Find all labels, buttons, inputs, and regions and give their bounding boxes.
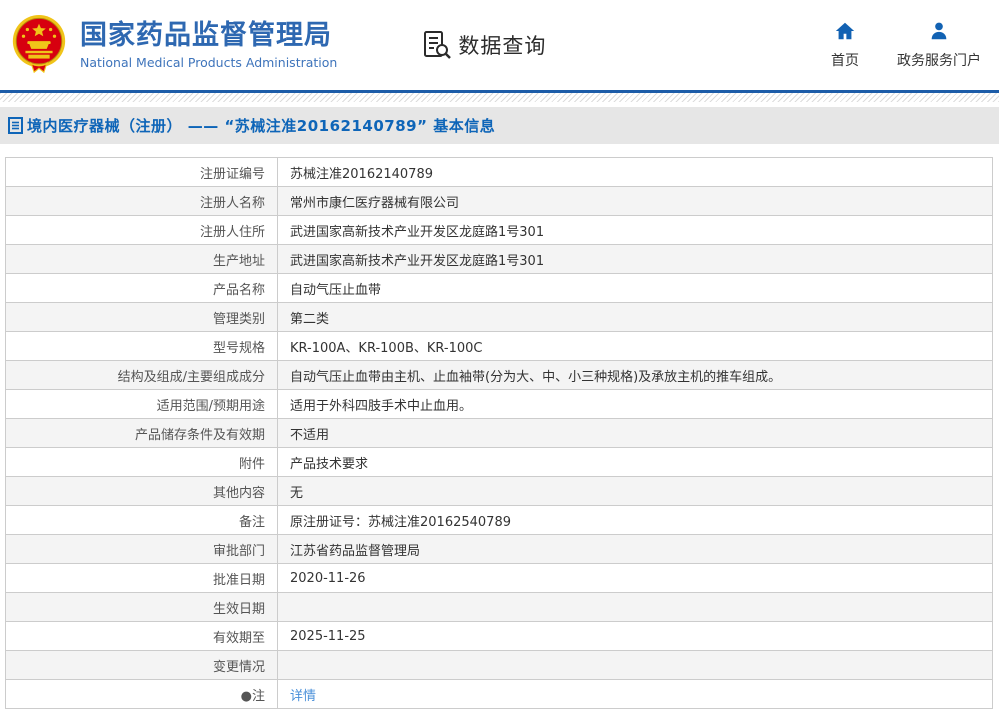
row-value: 苏械注准20162140789 <box>277 157 993 187</box>
hatch-pattern-band <box>0 93 999 102</box>
table-row: 注册人名称 常州市康仁医疗器械有限公司 <box>5 186 993 216</box>
nav-label: 首页 <box>831 53 859 69</box>
table-row: 批准日期 2020-11-26 <box>5 563 993 593</box>
row-label: 生产地址 <box>5 244 278 274</box>
row-value: 适用于外科四肢手术中止血用。 <box>277 389 993 419</box>
page-header: 国家药品监督管理局 National Medical Products Admi… <box>0 0 999 90</box>
row-value: KR-100A、KR-100B、KR-100C <box>277 331 993 361</box>
row-label: 批准日期 <box>5 563 278 593</box>
table-row: 适用范围/预期用途 适用于外科四肢手术中止血用。 <box>5 389 993 419</box>
registration-info-table: 注册证编号 苏械注准20162140789 注册人名称 常州市康仁医疗器械有限公司 … <box>5 157 993 709</box>
table-row: 生产地址 武进国家高新技术产业开发区龙庭路1号301 <box>5 244 993 274</box>
row-label: 备注 <box>5 505 278 535</box>
row-value: 2020-11-26 <box>277 563 993 593</box>
row-value: 第二类 <box>277 302 993 332</box>
row-value: 无 <box>277 476 993 506</box>
row-label: 生效日期 <box>5 592 278 622</box>
row-label: 型号规格 <box>5 331 278 361</box>
breadcrumb-bar: 境内医疗器械（注册） —— “苏械注准20162140789” 基本信息 <box>0 107 999 144</box>
user-icon <box>931 22 947 40</box>
row-value: 原注册证号：苏械注准20162540789 <box>277 505 993 535</box>
nav-label: 政务服务门户 <box>897 53 981 69</box>
row-value: 江苏省药品监督管理局 <box>277 534 993 564</box>
row-label: 变更情况 <box>5 650 278 680</box>
row-label: 附件 <box>5 447 278 477</box>
table-row: 型号规格 KR-100A、KR-100B、KR-100C <box>5 331 993 361</box>
detail-link[interactable]: 详情 <box>290 689 316 704</box>
breadcrumb: 境内医疗器械（注册） —— “苏械注准20162140789” 基本信息 <box>27 117 496 135</box>
document-icon <box>8 117 23 134</box>
table-row: 管理类别 第二类 <box>5 302 993 332</box>
nav-item-home[interactable]: 首页 <box>831 20 859 70</box>
data-query-icon <box>424 31 452 59</box>
row-value: 武进国家高新技术产业开发区龙庭路1号301 <box>277 215 993 245</box>
site-subtitle: National Medical Products Administration <box>80 54 338 70</box>
table-row: 结构及组成/主要组成成分 自动气压止血带由主机、止血袖带(分为大、中、小三种规格)… <box>5 360 993 390</box>
row-label: 审批部门 <box>5 534 278 564</box>
data-query-section: 数据查询 <box>422 30 546 60</box>
row-value <box>277 592 993 622</box>
row-value <box>277 650 993 680</box>
row-value: 产品技术要求 <box>277 447 993 477</box>
table-row: 注册人住所 武进国家高新技术产业开发区龙庭路1号301 <box>5 215 993 245</box>
header-nav: 首页 政务服务门户 <box>831 20 981 70</box>
table-row: 产品储存条件及有效期 不适用 <box>5 418 993 448</box>
data-query-label: 数据查询 <box>458 34 547 58</box>
row-value: 自动气压止血带 <box>277 273 993 303</box>
row-label: 有效期至 <box>5 621 278 651</box>
row-value: 2025-11-25 <box>277 621 993 651</box>
table-row: 审批部门 江苏省药品监督管理局 <box>5 534 993 564</box>
row-label: 产品名称 <box>5 273 278 303</box>
table-row: ●注 详情 <box>5 679 993 709</box>
row-label: 注册人住所 <box>5 215 278 245</box>
row-value: 不适用 <box>277 418 993 448</box>
nav-item-portal[interactable]: 政务服务门户 <box>897 20 981 70</box>
row-label: 注册证编号 <box>5 157 278 187</box>
table-row: 有效期至 2025-11-25 <box>5 621 993 651</box>
table-row: 其他内容无 <box>5 476 993 506</box>
row-value: 自动气压止血带由主机、止血袖带(分为大、中、小三种规格)及承放主机的推车组成。 <box>277 360 993 390</box>
nmpa-logo: 国家药品监督管理局 National Medical Products Admi… <box>8 12 337 78</box>
home-icon <box>835 22 855 40</box>
row-label: 产品储存条件及有效期 <box>5 418 278 448</box>
table-row: 变更情况 <box>5 650 993 680</box>
row-label: 适用范围/预期用途 <box>5 389 278 419</box>
table-row: 备注 原注册证号：苏械注准20162540789 <box>5 505 993 535</box>
row-label: 其他内容 <box>5 476 278 506</box>
national-emblem-icon <box>12 14 66 74</box>
table-row: 产品名称 自动气压止血带 <box>5 273 993 303</box>
table-row: 附件 产品技术要求 <box>5 447 993 477</box>
row-label: 管理类别 <box>5 302 278 332</box>
row-value: 常州市康仁医疗器械有限公司 <box>277 186 993 216</box>
logo-text: 国家药品监督管理局 National Medical Products Admi… <box>80 20 337 69</box>
row-label: 注册人名称 <box>5 186 278 216</box>
table-row: 注册证编号 苏械注准20162140789 <box>5 157 993 187</box>
row-label: ●注 <box>5 679 278 709</box>
site-title: 国家药品监督管理局 <box>80 20 332 52</box>
row-value: 详情 <box>277 679 993 709</box>
row-value: 武进国家高新技术产业开发区龙庭路1号301 <box>277 244 993 274</box>
table-row: 生效日期 <box>5 592 993 622</box>
row-label: 结构及组成/主要组成成分 <box>5 360 278 390</box>
